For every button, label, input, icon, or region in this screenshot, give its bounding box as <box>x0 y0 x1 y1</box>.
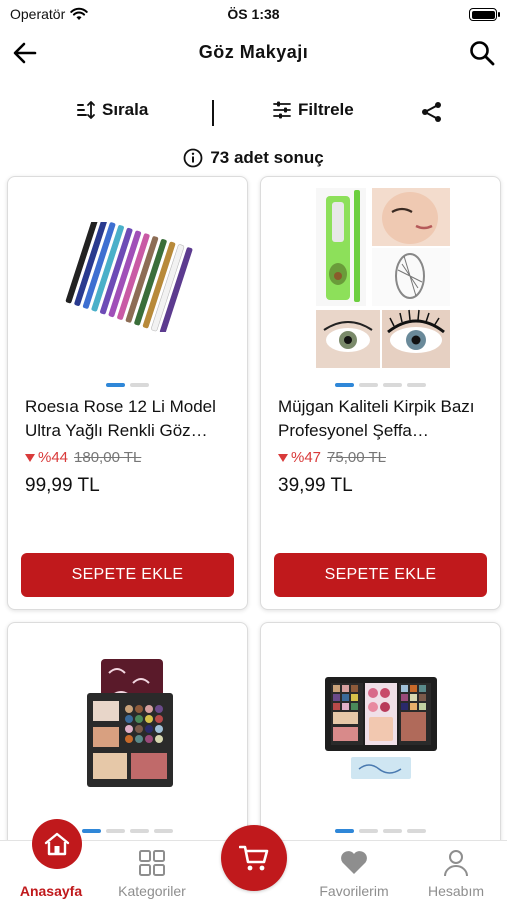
tab-label: Kategoriler <box>118 883 186 899</box>
cart-icon <box>239 845 269 871</box>
product-image[interactable] <box>261 623 500 823</box>
filter-icon <box>273 101 291 119</box>
search-button[interactable] <box>467 38 497 68</box>
battery-icon <box>469 8 500 21</box>
tab-home[interactable]: Anasayfa <box>6 819 96 900</box>
product-name[interactable]: Roesıa Rose 12 Li Model Ultra Yağlı Renk… <box>25 395 235 443</box>
product-image[interactable] <box>261 177 500 377</box>
current-price: 99,99 TL <box>25 475 100 496</box>
price-info: %44 180,00 TL <box>25 449 141 466</box>
sort-button[interactable]: Sırala <box>76 100 148 120</box>
makeup-palette-kit-image <box>86 659 173 787</box>
filter-button[interactable]: Filtrele <box>272 100 354 120</box>
tab-favorites[interactable]: Favorilerim <box>309 841 399 900</box>
arrow-left-icon <box>13 42 37 64</box>
cart-button[interactable] <box>221 825 287 891</box>
price-info: %47 75,00 TL <box>278 449 386 466</box>
grid-icon <box>139 850 165 876</box>
current-price: 39,99 TL <box>278 475 353 496</box>
eyeshadow-palette-set-image <box>324 677 437 779</box>
product-image[interactable] <box>8 177 247 377</box>
image-carousel-dots[interactable] <box>8 383 247 387</box>
search-icon <box>470 41 495 66</box>
down-arrow-icon <box>278 453 288 462</box>
filter-label: Filtrele <box>298 100 354 119</box>
image-carousel-dots[interactable] <box>261 383 500 387</box>
bottom-tab-bar: Anasayfa Kategoriler Favorilerim Hesabım <box>0 819 507 900</box>
page-title: Göz Makyajı <box>198 42 309 62</box>
discount-value: %47 <box>291 449 322 466</box>
sort-filter-toolbar: Sırala Filtrele <box>0 96 507 130</box>
tab-account[interactable]: Hesabım <box>411 841 501 900</box>
product-name[interactable]: Müjgan Kaliteli Kirpik Bazı Profesyonel … <box>278 395 488 443</box>
back-button[interactable] <box>10 38 40 68</box>
down-arrow-icon <box>25 453 35 462</box>
lash-primer-collage-image <box>315 188 450 368</box>
heart-icon <box>341 851 367 874</box>
add-to-cart-button[interactable]: SEPETE EKLE <box>274 553 487 597</box>
home-tab-highlight <box>32 819 82 869</box>
status-bar: Operatör ÖS 1:38 <box>0 0 507 28</box>
sort-icon <box>77 101 95 119</box>
image-carousel-dots[interactable] <box>261 829 500 833</box>
result-count-text: 73 adet sonuç <box>210 148 324 167</box>
add-to-cart-button[interactable]: SEPETE EKLE <box>21 553 234 597</box>
discount-badge: %47 <box>278 449 321 466</box>
sort-label: Sırala <box>102 100 149 119</box>
status-time: ÖS 1:38 <box>227 6 280 22</box>
share-icon <box>422 102 441 122</box>
old-price: 75,00 TL <box>327 449 386 466</box>
discount-badge: %44 <box>25 449 68 466</box>
user-icon <box>444 850 468 877</box>
product-card[interactable]: Müjgan Kaliteli Kirpik Bazı Profesyonel … <box>260 176 501 610</box>
product-image[interactable] <box>8 623 247 823</box>
toolbar-divider <box>212 100 214 126</box>
discount-value: %44 <box>38 449 69 466</box>
product-card[interactable]: Roesıa Rose 12 Li Model Ultra Yağlı Renk… <box>7 176 248 610</box>
eyeliner-pencils-image <box>65 222 192 332</box>
tab-categories[interactable]: Kategoriler <box>107 841 197 900</box>
tab-label: Anasayfa <box>19 883 83 899</box>
tab-label: Hesabım <box>427 883 485 899</box>
old-price: 180,00 TL <box>74 449 142 466</box>
info-icon <box>183 148 203 168</box>
result-count: 73 adet sonuç <box>0 146 507 170</box>
share-button[interactable] <box>419 99 445 125</box>
top-navigation-bar: Göz Makyajı <box>0 32 507 74</box>
tab-label: Favorilerim <box>319 883 389 899</box>
home-icon <box>44 832 70 856</box>
